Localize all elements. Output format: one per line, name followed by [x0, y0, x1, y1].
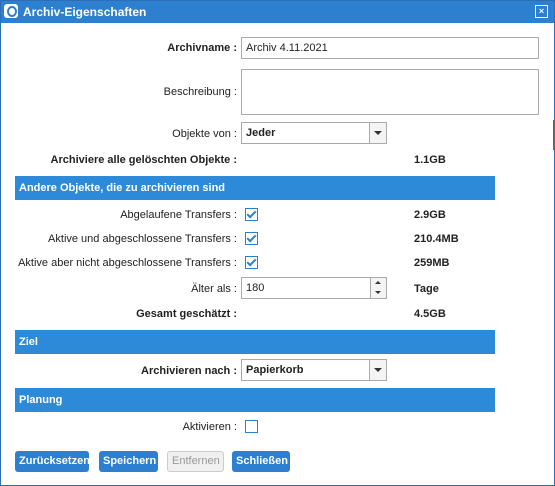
archivieren-nach-select[interactable]: Papierkorb [241, 359, 387, 381]
aktive-nicht-abgeschlossene-size: 259MB [414, 257, 450, 269]
dialog-title: Archiv-Eigenschaften [23, 5, 147, 19]
abgelaufene-checkbox[interactable] [245, 208, 258, 221]
aktive-abgeschlossene-size: 210.4MB [414, 233, 459, 245]
objekte-select[interactable]: Jeder [241, 122, 387, 144]
aktive-abgeschlossene-label: Aktive und abgeschlossene Transfers : [48, 233, 237, 245]
title-bar[interactable]: Archiv-Eigenschaften × [1, 1, 554, 23]
section-andere-objekte: Andere Objekte, die zu archivieren sind [15, 176, 495, 200]
archivname-input[interactable]: Archiv 4.11.2021 [241, 37, 539, 59]
geloeschte-label: Archiviere alle gelöschten Objekte : [50, 154, 237, 166]
geloeschte-size: 1.1GB [414, 154, 446, 166]
remove-button[interactable]: Entfernen [167, 451, 224, 472]
aktivieren-label: Aktivieren : [182, 421, 237, 433]
aktivieren-checkbox[interactable] [245, 420, 258, 433]
archivieren-nach-value: Papierkorb [246, 364, 304, 376]
section-andere-title: Andere Objekte, die zu archivieren sind [19, 182, 226, 194]
aelter-unit: Tage [414, 283, 439, 295]
beschreibung-textarea[interactable] [241, 69, 539, 115]
abgelaufene-label: Abgelaufene Transfers : [120, 209, 237, 221]
section-planung: Planung [15, 388, 495, 412]
aelter-label: Älter als : [191, 283, 237, 295]
chevron-down-icon[interactable] [369, 360, 386, 380]
close-icon[interactable]: × [535, 5, 548, 18]
decrement-icon[interactable] [370, 288, 386, 298]
aelter-value: 180 [246, 282, 265, 294]
app-logo-icon [4, 4, 18, 18]
section-planung-title: Planung [19, 394, 63, 406]
abgelaufene-size: 2.9GB [414, 209, 446, 221]
gesamt-value: 4.5GB [414, 308, 446, 320]
save-button[interactable]: Speichern [99, 451, 158, 472]
objekte-selected-value: Jeder [246, 127, 276, 139]
archive-properties-dialog: Archiv-Eigenschaften × Archivname : Arch… [0, 0, 555, 486]
beschreibung-label: Beschreibung : [163, 86, 237, 98]
aelter-spinner[interactable]: 180 [241, 277, 387, 299]
section-ziel: Ziel [15, 330, 495, 354]
aktive-nicht-abgeschlossene-checkbox[interactable] [245, 256, 258, 269]
section-ziel-title: Ziel [19, 336, 38, 348]
archivname-label: Archivname : [167, 42, 237, 54]
close-button[interactable]: Schließen [232, 451, 290, 472]
aktive-nicht-abgeschlossene-label: Aktive aber nicht abgeschlossene Transfe… [18, 257, 237, 269]
objekte-label: Objekte von : [172, 128, 237, 140]
gesamt-label: Gesamt geschätzt : [136, 308, 237, 320]
reset-button[interactable]: Zurücksetzen [15, 451, 90, 472]
chevron-down-icon[interactable] [369, 123, 386, 143]
aktive-abgeschlossene-checkbox[interactable] [245, 232, 258, 245]
archivieren-nach-label: Archivieren nach : [141, 365, 237, 377]
